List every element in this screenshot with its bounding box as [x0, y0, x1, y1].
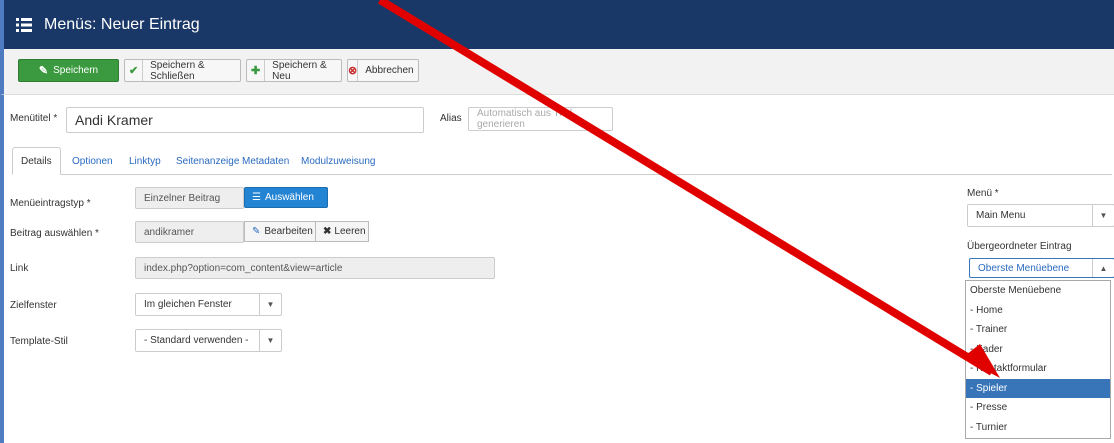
- menutitle-label: Menütitel *: [10, 113, 58, 124]
- dropdown-option[interactable]: - Home: [966, 301, 1110, 321]
- edit-icon: ✎: [38, 65, 49, 77]
- edit-article-button[interactable]: ✎ Bearbeiten: [244, 221, 316, 242]
- page-title: Menüs: Neuer Eintrag: [44, 16, 200, 33]
- cancel-button[interactable]: ⊗ Abbrechen: [347, 59, 419, 82]
- dropdown-option[interactable]: - Kontaktformular: [966, 359, 1110, 379]
- dropdown-option[interactable]: - Kader: [966, 340, 1110, 360]
- main-content: Menütitel * Andi Kramer Alias Automatisc…: [0, 95, 1114, 443]
- target-select[interactable]: Im gleichen Fenster ▼: [135, 293, 282, 316]
- dropdown-option[interactable]: - Presse: [966, 398, 1110, 418]
- plus-icon: ✚: [247, 60, 266, 81]
- type-label: Menüeintragstyp *: [10, 198, 91, 209]
- cancel-icon: ⊗: [348, 60, 359, 81]
- select-type-button[interactable]: ☰ Auswählen: [244, 187, 328, 208]
- link-label: Link: [10, 263, 29, 274]
- save-button[interactable]: ✎ Speichern: [18, 59, 119, 82]
- close-icon: ✖: [323, 226, 332, 237]
- tab-details[interactable]: Details: [12, 147, 61, 175]
- target-label: Zielfenster: [10, 300, 57, 311]
- tab-linktyp[interactable]: Linktyp: [121, 147, 169, 175]
- caret-down-icon: ▼: [259, 330, 281, 351]
- caret-down-icon: ▼: [259, 294, 281, 315]
- tab-optionen[interactable]: Optionen: [64, 147, 121, 175]
- type-input: Einzelner Beitrag: [135, 187, 244, 209]
- template-select[interactable]: - Standard verwenden - ▼: [135, 329, 282, 352]
- app-header: Menüs: Neuer Eintrag: [0, 0, 1114, 49]
- caret-down-icon: ▼: [1092, 205, 1114, 226]
- toolbar: ✎ Speichern ✔ Speichern & Schließen ✚ Sp…: [0, 49, 1114, 95]
- clear-article-button[interactable]: ✖ Leeren: [315, 221, 369, 242]
- alias-input[interactable]: Automatisch aus Titel generieren: [468, 107, 613, 131]
- dropdown-option[interactable]: - Spieler: [966, 378, 1110, 398]
- list-icon: ☰: [252, 192, 261, 203]
- dropdown-option[interactable]: - Trainer: [966, 320, 1110, 340]
- caret-up-icon: ▲: [1092, 259, 1114, 277]
- template-label: Template-Stil: [10, 336, 68, 347]
- link-input: index.php?option=com_content&view=articl…: [135, 257, 495, 279]
- save-close-button[interactable]: ✔ Speichern & Schließen: [124, 59, 241, 82]
- check-icon: ✔: [125, 60, 144, 81]
- menu-select[interactable]: Main Menu ▼: [967, 204, 1114, 227]
- parent-label: Übergeordneter Eintrag: [967, 241, 1072, 252]
- tab-metadaten[interactable]: Metadaten: [234, 147, 297, 175]
- article-input: andikramer: [135, 221, 244, 243]
- alias-label: Alias: [440, 113, 462, 124]
- article-label: Beitrag auswählen *: [10, 228, 99, 239]
- menutitle-input[interactable]: Andi Kramer: [66, 107, 424, 133]
- parent-dropdown-list: Oberste Menüebene - Home - Trainer - Kader -…: [965, 280, 1111, 439]
- menu-label: Menü *: [967, 188, 999, 199]
- edit-icon: ✎: [252, 226, 261, 237]
- tab-modulzuweisung[interactable]: Modulzuweisung: [293, 147, 384, 175]
- dropdown-option[interactable]: Oberste Menüebene: [966, 281, 1110, 301]
- save-new-button[interactable]: ✚ Speichern & Neu: [246, 59, 342, 82]
- menu-list-icon: [16, 18, 32, 32]
- dropdown-option[interactable]: - Turnier: [966, 418, 1110, 438]
- parent-select[interactable]: Oberste Menüebene ▲: [969, 258, 1114, 278]
- tab-bar: Details Optionen Linktyp Seitenanzeige M…: [12, 147, 1112, 175]
